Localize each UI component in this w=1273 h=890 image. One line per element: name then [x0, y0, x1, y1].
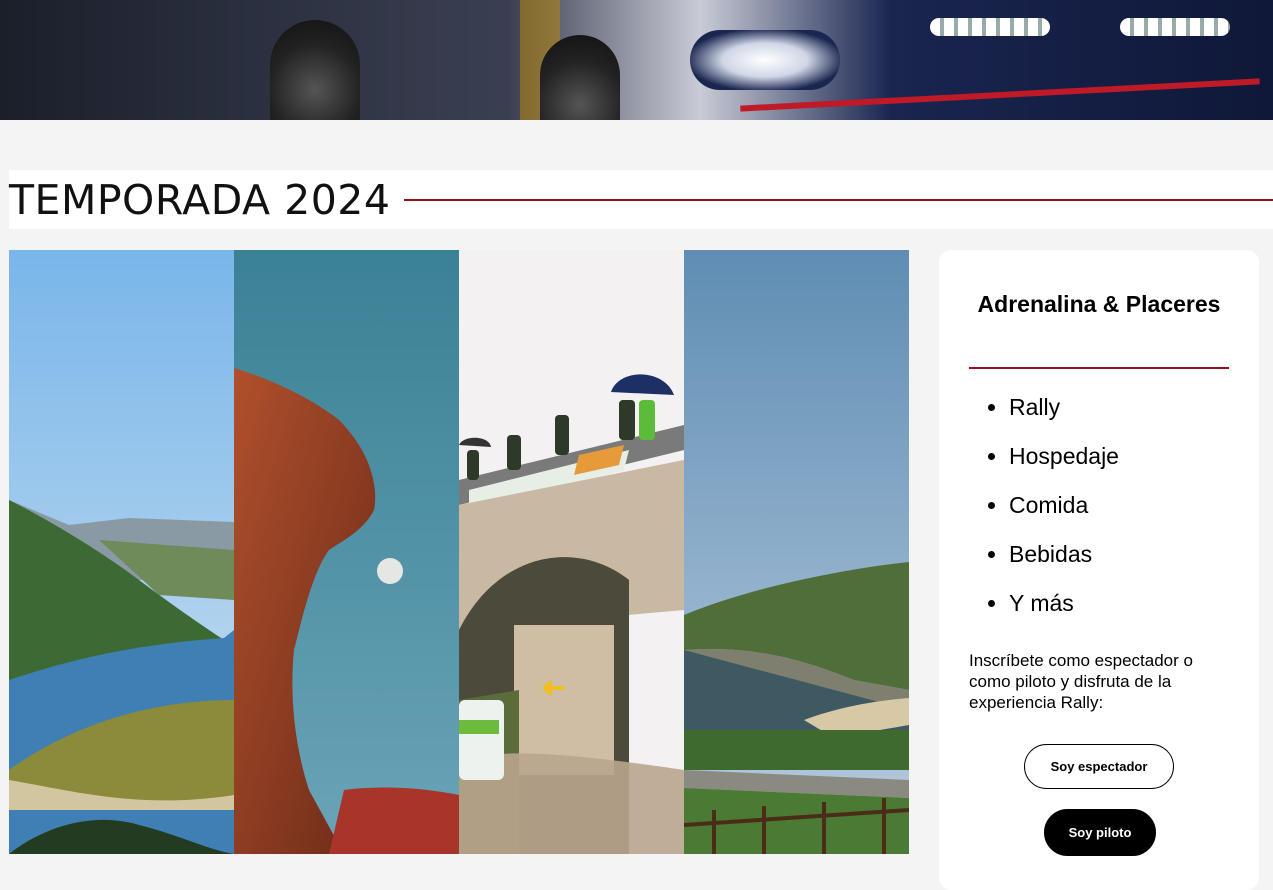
info-card: Adrenalina & Placeres Rally Hospedaje Co…: [939, 250, 1259, 890]
list-item: Rally: [1009, 383, 1119, 432]
red-rock-moon-photo: [234, 250, 459, 854]
car-wheel: [270, 20, 360, 120]
river-valley-photo: [9, 250, 234, 854]
car-headlight: [690, 30, 840, 90]
title-divider: [404, 198, 1273, 201]
card-title: Adrenalina & Placeres: [977, 291, 1221, 317]
led-light-bar: [1120, 18, 1230, 36]
list-item: Bebidas: [1009, 530, 1119, 579]
section-title: TEMPORADA 2024: [9, 175, 391, 224]
led-light-bar: [930, 18, 1050, 36]
car-wheel: [540, 35, 620, 120]
list-item: Y más: [1009, 579, 1119, 628]
list-item: Comida: [1009, 481, 1119, 530]
spectator-button[interactable]: Soy espectador: [1024, 744, 1174, 789]
hero-banner-image: [0, 0, 1273, 120]
list-item: Hospedaje: [1009, 432, 1119, 481]
card-divider: [969, 367, 1229, 369]
pilot-button[interactable]: Soy piloto: [1044, 809, 1156, 856]
card-description: Inscríbete como espectador o como piloto…: [969, 651, 1193, 712]
rally-bridge-photo: [459, 250, 684, 854]
coastal-bay-photo: [684, 250, 909, 854]
features-list: Rally Hospedaje Comida Bebidas Y más: [969, 383, 1119, 628]
section-header: TEMPORADA 2024: [9, 170, 1273, 229]
